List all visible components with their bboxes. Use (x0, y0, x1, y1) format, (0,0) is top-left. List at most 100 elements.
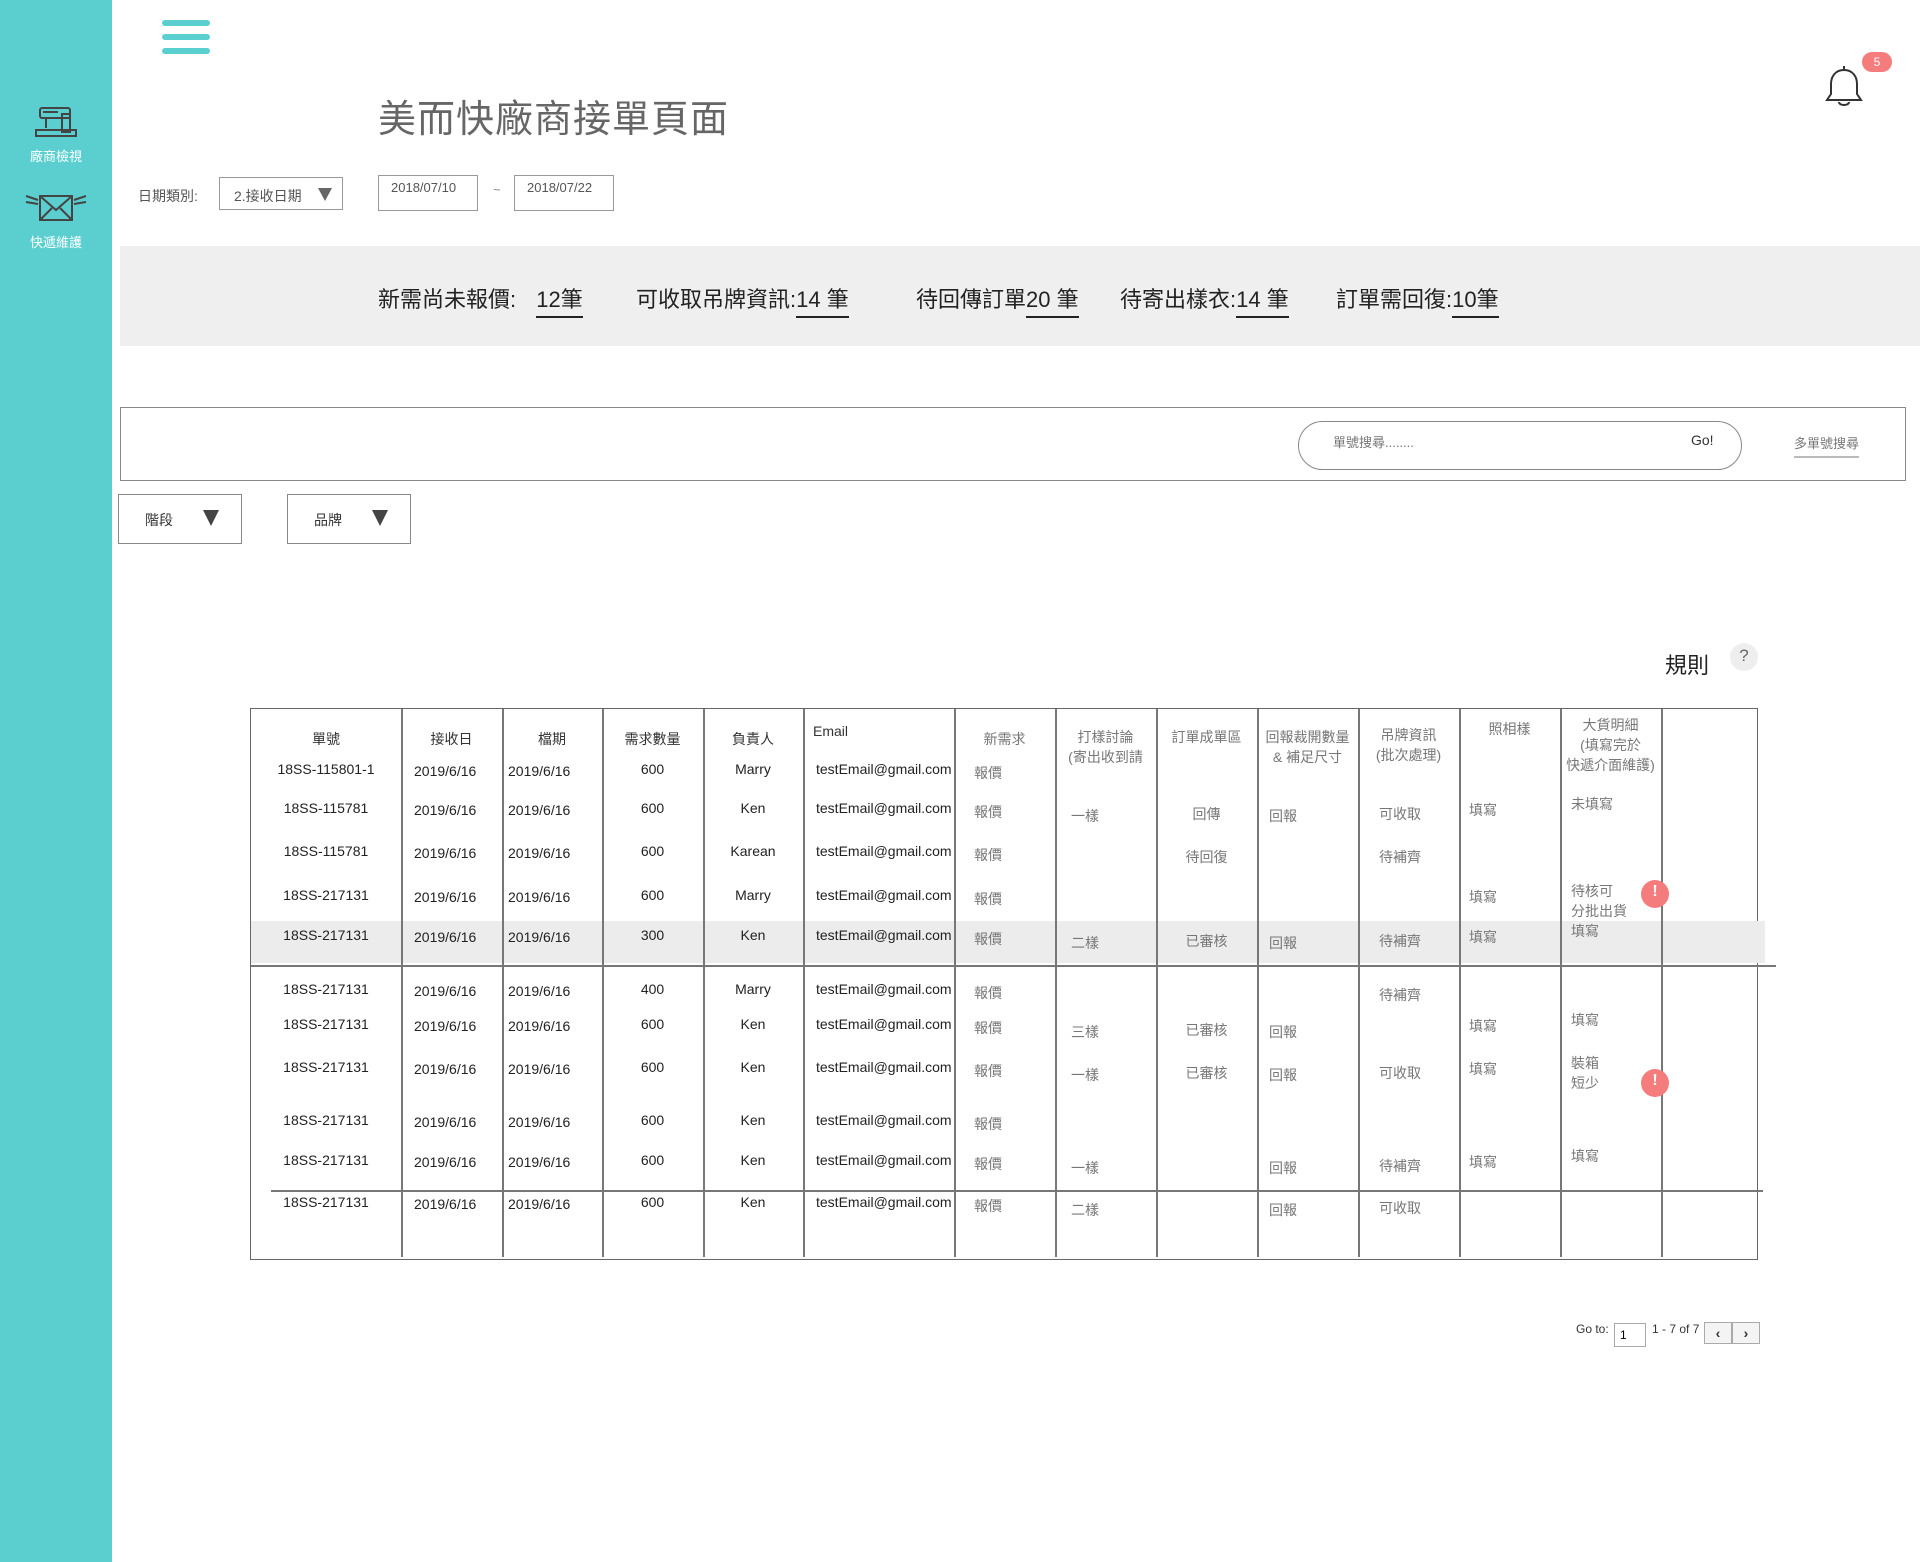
column-header[interactable]: 吊牌資訊 (批次處理) (1358, 725, 1459, 765)
table-cell-report[interactable]: 回報 (1269, 1022, 1297, 1042)
help-icon[interactable]: ? (1730, 643, 1758, 671)
table-cell-tag[interactable]: 待補齊 (1379, 847, 1421, 867)
column-header[interactable]: 需求數量 (602, 729, 703, 749)
table-cell-new[interactable]: 報價 (974, 1018, 1002, 1038)
table-cell-sched: 2019/6/16 (508, 1018, 571, 1034)
table-cell-sample[interactable]: 二樣 (1071, 933, 1099, 953)
table-cell-report[interactable]: 回報 (1269, 1065, 1297, 1085)
table-cell-tag[interactable]: 可收取 (1379, 1063, 1421, 1083)
table-cell-new[interactable]: 報價 (974, 1196, 1002, 1216)
table-cell-order[interactable]: 回傳 (1156, 804, 1257, 824)
table-cell-new[interactable]: 報價 (974, 802, 1002, 822)
table-cell-bulk[interactable]: 未填寫 (1571, 794, 1613, 814)
table-cell-photo[interactable]: 填寫 (1469, 1016, 1497, 1036)
table-cell-new[interactable]: 報價 (974, 889, 1002, 909)
table-cell-photo[interactable]: 填寫 (1469, 887, 1497, 907)
brand-filter-dropdown[interactable]: 品牌 (287, 494, 411, 544)
summary-item[interactable]: 待寄出樣衣:14 筆 (1120, 282, 1289, 318)
table-cell-bulk[interactable]: 填寫 (1571, 921, 1599, 941)
dropdown-arrow-icon (318, 188, 332, 201)
table-cell-report[interactable]: 回報 (1269, 1158, 1297, 1178)
table-cell-photo[interactable]: 填寫 (1469, 800, 1497, 820)
column-header[interactable]: 新需求 (954, 729, 1055, 749)
table-cell-tag[interactable]: 待補齊 (1379, 1156, 1421, 1176)
column-header[interactable]: 回報裁開數量 & 補足尺寸 (1257, 727, 1358, 767)
sidebar-item-vendor-view[interactable]: 廠商檢視 (0, 104, 112, 165)
table-cell-new[interactable]: 報價 (974, 983, 1002, 1003)
table-cell-tag[interactable]: 待補齊 (1379, 931, 1421, 951)
order-search-input[interactable] (1333, 435, 1633, 450)
table-cell-new[interactable]: 報價 (974, 1061, 1002, 1081)
summary-item[interactable]: 新需尚未報價: 12筆 (378, 282, 583, 318)
column-header[interactable]: 負責人 (703, 729, 803, 749)
table-cell-order[interactable]: 待回復 (1156, 847, 1257, 867)
summary-value[interactable]: 20 筆 (1026, 282, 1079, 318)
alert-icon[interactable]: ! (1641, 1069, 1669, 1097)
summary-item[interactable]: 訂單需回復:10筆 (1336, 282, 1499, 318)
summary-item[interactable]: 可收取吊牌資訊:14 筆 (636, 282, 849, 318)
notification-badge: 5 (1862, 52, 1892, 72)
table-cell-bulk[interactable]: 待核可 分批出貨 (1571, 881, 1627, 921)
summary-value[interactable]: 14 筆 (796, 282, 849, 318)
table-cell-tag[interactable]: 可收取 (1379, 804, 1421, 824)
table-cell-photo[interactable]: 填寫 (1469, 1152, 1497, 1172)
table-cell-order[interactable]: 已審核 (1156, 1020, 1257, 1040)
next-page-button[interactable]: › (1732, 1322, 1760, 1344)
sidebar-item-courier[interactable]: 快遞維護 (0, 190, 112, 251)
bell-icon[interactable] (1824, 66, 1864, 110)
page-number-input[interactable] (1614, 1323, 1646, 1347)
search-go-button[interactable]: Go! (1691, 432, 1714, 448)
table-cell-order[interactable]: 已審核 (1156, 931, 1257, 951)
table-cell-bulk[interactable]: 填寫 (1571, 1010, 1599, 1030)
table-cell-sample[interactable]: 一樣 (1071, 1065, 1099, 1085)
table-cell-order[interactable]: 已審核 (1156, 1063, 1257, 1083)
table-cell-new[interactable]: 報價 (974, 1154, 1002, 1174)
table-cell-tag[interactable]: 可收取 (1379, 1198, 1421, 1218)
column-header[interactable]: 單號 (251, 729, 401, 749)
summary-value[interactable]: 10筆 (1452, 282, 1499, 318)
table-cell-new[interactable]: 報價 (974, 763, 1002, 783)
table-cell-report[interactable]: 回報 (1269, 806, 1297, 826)
alert-icon[interactable]: ! (1641, 880, 1669, 908)
table-cell-bulk[interactable]: 裝箱 短少 (1571, 1053, 1599, 1093)
table-cell-new[interactable]: 報價 (974, 1114, 1002, 1134)
multi-order-search-link[interactable]: 多單號搜尋 (1794, 433, 1860, 458)
column-divider (1055, 709, 1057, 1257)
table-cell-new[interactable]: 報價 (974, 929, 1002, 949)
column-header[interactable]: 大貨明細 (填寫完於 快遞介面維護) (1560, 715, 1661, 775)
table-cell-report[interactable]: 回報 (1269, 1200, 1297, 1220)
stage-filter-dropdown[interactable]: 階段 (118, 494, 242, 544)
table-cell-qty: 600 (640, 887, 665, 903)
column-header[interactable]: 訂單成單區 (1156, 727, 1257, 747)
column-header[interactable]: 打樣討論 (寄出收到請 (1055, 727, 1156, 767)
table-cell-sample[interactable]: 二樣 (1071, 1200, 1099, 1220)
prev-page-button[interactable]: ‹ (1704, 1322, 1732, 1344)
hamburger-menu-icon[interactable] (162, 20, 210, 60)
brand-filter-label: 品牌 (314, 512, 342, 528)
table-cell-photo[interactable]: 填寫 (1469, 1059, 1497, 1079)
column-header[interactable]: 檔期 (502, 729, 602, 749)
column-header[interactable]: Email (813, 721, 848, 741)
summary-item[interactable]: 待回傳訂單20 筆 (916, 282, 1079, 318)
table-cell-photo[interactable]: 填寫 (1469, 927, 1497, 947)
table-cell-sample[interactable]: 三樣 (1071, 1022, 1099, 1042)
table-cell-bulk[interactable]: 填寫 (1571, 1146, 1599, 1166)
summary-value[interactable]: 12筆 (536, 282, 583, 318)
table-cell-tag[interactable]: 待補齊 (1379, 985, 1421, 1005)
date-type-select[interactable]: 2.接收日期 (219, 177, 343, 210)
start-date-field[interactable]: 2018/07/10 (378, 175, 478, 211)
sewing-machine-icon (35, 107, 77, 137)
table-cell-owner: Ken (740, 927, 766, 943)
table-cell-id: 18SS-115781 (283, 843, 369, 859)
column-header[interactable]: 接收日 (401, 729, 502, 749)
table-cell-sample[interactable]: 一樣 (1071, 806, 1099, 826)
end-date-field[interactable]: 2018/07/22 (514, 175, 614, 211)
table-cell-sample[interactable]: 一樣 (1071, 1158, 1099, 1178)
goto-label: Go to: (1576, 1322, 1609, 1336)
table-cell-id: 18SS-217131 (283, 1152, 369, 1168)
table-cell-report[interactable]: 回報 (1269, 933, 1297, 953)
column-header[interactable]: 照相樣 (1459, 719, 1560, 739)
table-cell-qty: 600 (640, 800, 665, 816)
table-cell-new[interactable]: 報價 (974, 845, 1002, 865)
summary-value[interactable]: 14 筆 (1236, 282, 1289, 318)
